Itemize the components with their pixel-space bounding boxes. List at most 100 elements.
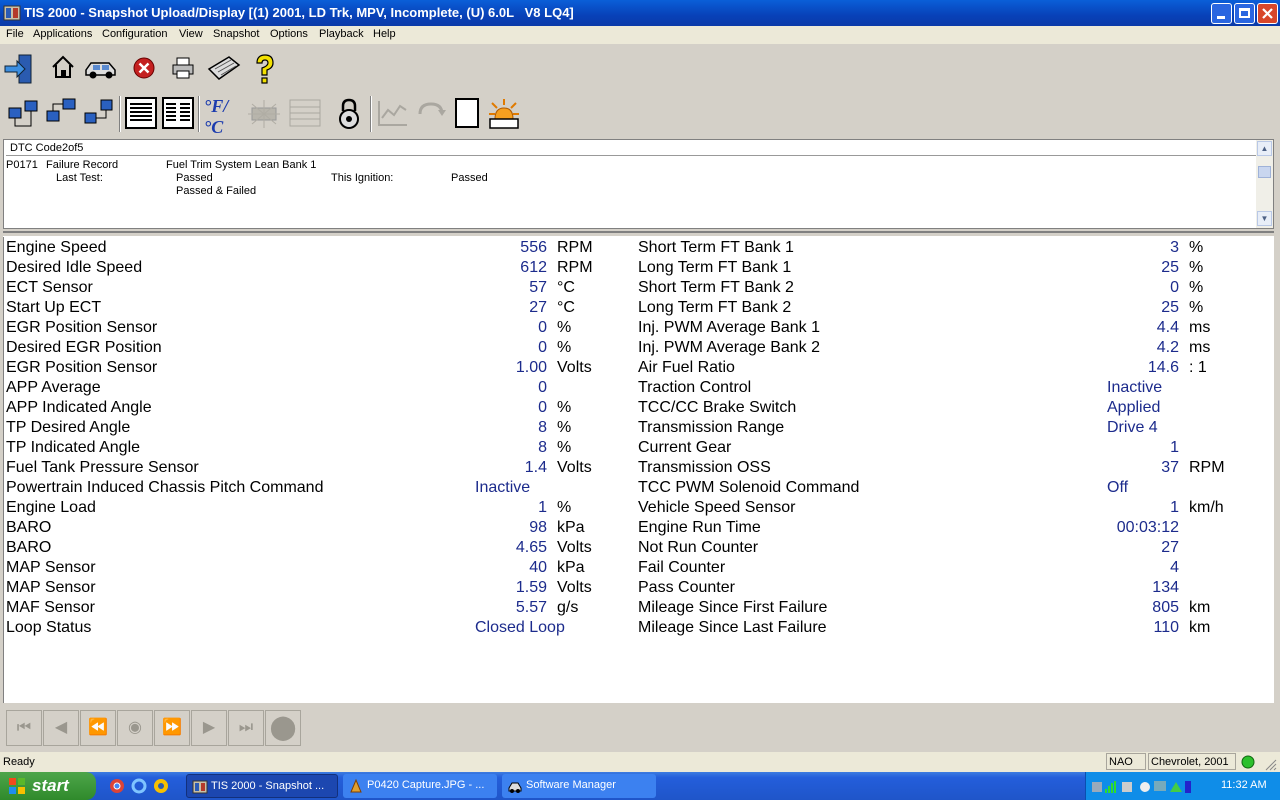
dtc-code: P0171 <box>6 159 38 171</box>
light-icon[interactable] <box>487 97 521 131</box>
param-row-right: TCC PWM Solenoid Command Off <box>4 479 1264 499</box>
param-value: Drive 4 <box>1107 419 1158 436</box>
column-view-icon[interactable] <box>162 97 194 129</box>
menu-file[interactable]: File <box>6 28 24 40</box>
connection-status-icon <box>1241 755 1255 769</box>
rewind-button[interactable]: ⏪ <box>80 710 116 746</box>
stop-icon[interactable] <box>133 57 155 79</box>
task-software-manager[interactable]: Software Manager <box>502 774 656 798</box>
keyboard-icon[interactable] <box>207 55 241 81</box>
prev-frame-button[interactable]: ◀ <box>43 710 79 746</box>
param-label: Mileage Since Last Failure <box>638 619 827 636</box>
last-test-value-2: Passed & Failed <box>176 185 257 197</box>
software-manager-icon <box>508 782 522 793</box>
menu-configuration[interactable]: Configuration <box>102 28 167 40</box>
record-button[interactable]: ◉ <box>117 710 153 746</box>
lock-icon[interactable] <box>335 97 363 131</box>
fast-forward-button[interactable]: ⏩ <box>154 710 190 746</box>
param-row-right: Pass Counter 134 <box>4 579 1264 599</box>
printer-icon[interactable] <box>171 57 195 79</box>
exit-icon[interactable] <box>3 53 35 85</box>
home-icon[interactable] <box>50 54 76 80</box>
record-icon: ◉ <box>128 719 142 736</box>
param-value: 27 <box>1161 539 1179 556</box>
stop-playback-button[interactable]: ⬤ <box>265 710 301 746</box>
param-unit: % <box>1189 239 1204 256</box>
scroll-up-icon[interactable]: ▲ <box>1257 141 1272 156</box>
param-value: 3 <box>1170 239 1179 256</box>
chrome-icon[interactable] <box>109 778 125 794</box>
quicklaunch-icon[interactable] <box>153 778 169 794</box>
param-label: Engine Run Time <box>638 519 761 536</box>
this-ignition-label: This Ignition: <box>331 172 394 184</box>
fast-forward-icon: ⏩ <box>162 719 182 736</box>
help-icon[interactable] <box>252 53 278 85</box>
param-label: Transmission Range <box>638 419 785 436</box>
app-icon <box>3 5 21 21</box>
menu-playback[interactable]: Playback <box>319 28 364 40</box>
main-toolbar <box>0 44 1280 92</box>
rewind-icon: ⏪ <box>88 719 108 736</box>
menu-options[interactable]: Options <box>270 28 308 40</box>
blank-page-icon[interactable] <box>455 98 479 128</box>
first-frame-icon: ⏮ <box>16 719 32 736</box>
network-icon-3[interactable] <box>82 97 116 129</box>
param-label: Long Term FT Bank 1 <box>638 259 792 276</box>
param-label: Current Gear <box>638 439 732 456</box>
status-vehicle-panel: Chevrolet, 2001 <box>1148 753 1236 770</box>
first-frame-button[interactable]: ⏮ <box>6 710 42 746</box>
units-icon[interactable]: °F/°C <box>204 96 240 137</box>
title-bar[interactable]: TIS 2000 - Snapshot Upload/Display [(1) … <box>0 0 1280 26</box>
param-unit: ms <box>1189 319 1211 336</box>
close-button[interactable] <box>1257 3 1278 24</box>
status-vehicle: Chevrolet, 2001 <box>1151 756 1229 768</box>
scroll-down-icon[interactable]: ▼ <box>1257 211 1272 226</box>
minimize-button[interactable] <box>1211 3 1232 24</box>
menu-help[interactable]: Help <box>373 28 396 40</box>
param-value: 1 <box>1170 499 1179 516</box>
param-row-right: Short Term FT Bank 2 0% <box>4 279 1264 299</box>
dtc-scrollbar[interactable]: ▲ ▼ <box>1256 140 1273 228</box>
start-button[interactable]: start <box>0 772 96 800</box>
param-label: Short Term FT Bank 1 <box>638 239 794 256</box>
param-row-right: Mileage Since Last Failure 110 km <box>4 619 1264 639</box>
param-row-right: Transmission OSS 37 RPM <box>4 459 1264 479</box>
param-row-right: Current Gear 1 <box>4 439 1264 459</box>
network-icon-2[interactable] <box>44 97 78 129</box>
image-viewer-icon <box>350 778 362 793</box>
last-frame-button[interactable]: ⏭ <box>228 710 264 746</box>
param-label: Not Run Counter <box>638 539 759 556</box>
param-row-right: Transmission Range Drive 4 <box>4 419 1264 439</box>
param-value: 134 <box>1152 579 1179 596</box>
stop-playback-icon: ⬤ <box>269 714 297 741</box>
param-value: 4.4 <box>1156 319 1179 336</box>
next-frame-button[interactable]: ▶ <box>191 710 227 746</box>
maximize-button[interactable] <box>1234 3 1255 24</box>
taskbar: start TIS 2000 - Snapshot ... P0420 Capt… <box>0 772 1280 800</box>
param-unit: km/h <box>1189 499 1224 516</box>
vehicle-icon[interactable] <box>84 56 120 80</box>
param-value: 1 <box>1170 439 1179 456</box>
param-value: Applied <box>1107 399 1161 416</box>
task-image-viewer[interactable]: P0420 Capture.JPG - ... <box>343 774 497 798</box>
param-value: Off <box>1107 479 1129 496</box>
playback-toolbar: ⏮ ◀ ⏪ ◉ ⏩ ▶ ⏭ ⬤ <box>0 704 1280 752</box>
task-tis2000[interactable]: TIS 2000 - Snapshot ... <box>186 774 338 798</box>
resize-grip-icon[interactable] <box>1264 758 1277 771</box>
menu-view[interactable]: View <box>179 28 203 40</box>
scroll-thumb[interactable] <box>1258 166 1271 178</box>
ie-icon[interactable] <box>131 778 147 794</box>
menu-snapshot[interactable]: Snapshot <box>213 28 259 40</box>
param-row-right: Air Fuel Ratio 14.6: 1 <box>4 359 1264 379</box>
network-icon-1[interactable] <box>6 98 40 130</box>
menu-applications[interactable]: Applications <box>33 28 92 40</box>
task-label: TIS 2000 - Snapshot ... <box>211 780 325 792</box>
list-view-icon[interactable] <box>125 97 157 129</box>
param-unit: : 1 <box>1189 359 1207 376</box>
task-label: Software Manager <box>526 779 616 791</box>
param-label: Vehicle Speed Sensor <box>638 499 796 516</box>
tray-icons[interactable] <box>1092 779 1192 795</box>
system-tray: 11:32 AM <box>1085 772 1280 800</box>
dtc-header: DTC Code2of5 <box>10 142 84 154</box>
toolbar-separator <box>370 96 372 132</box>
